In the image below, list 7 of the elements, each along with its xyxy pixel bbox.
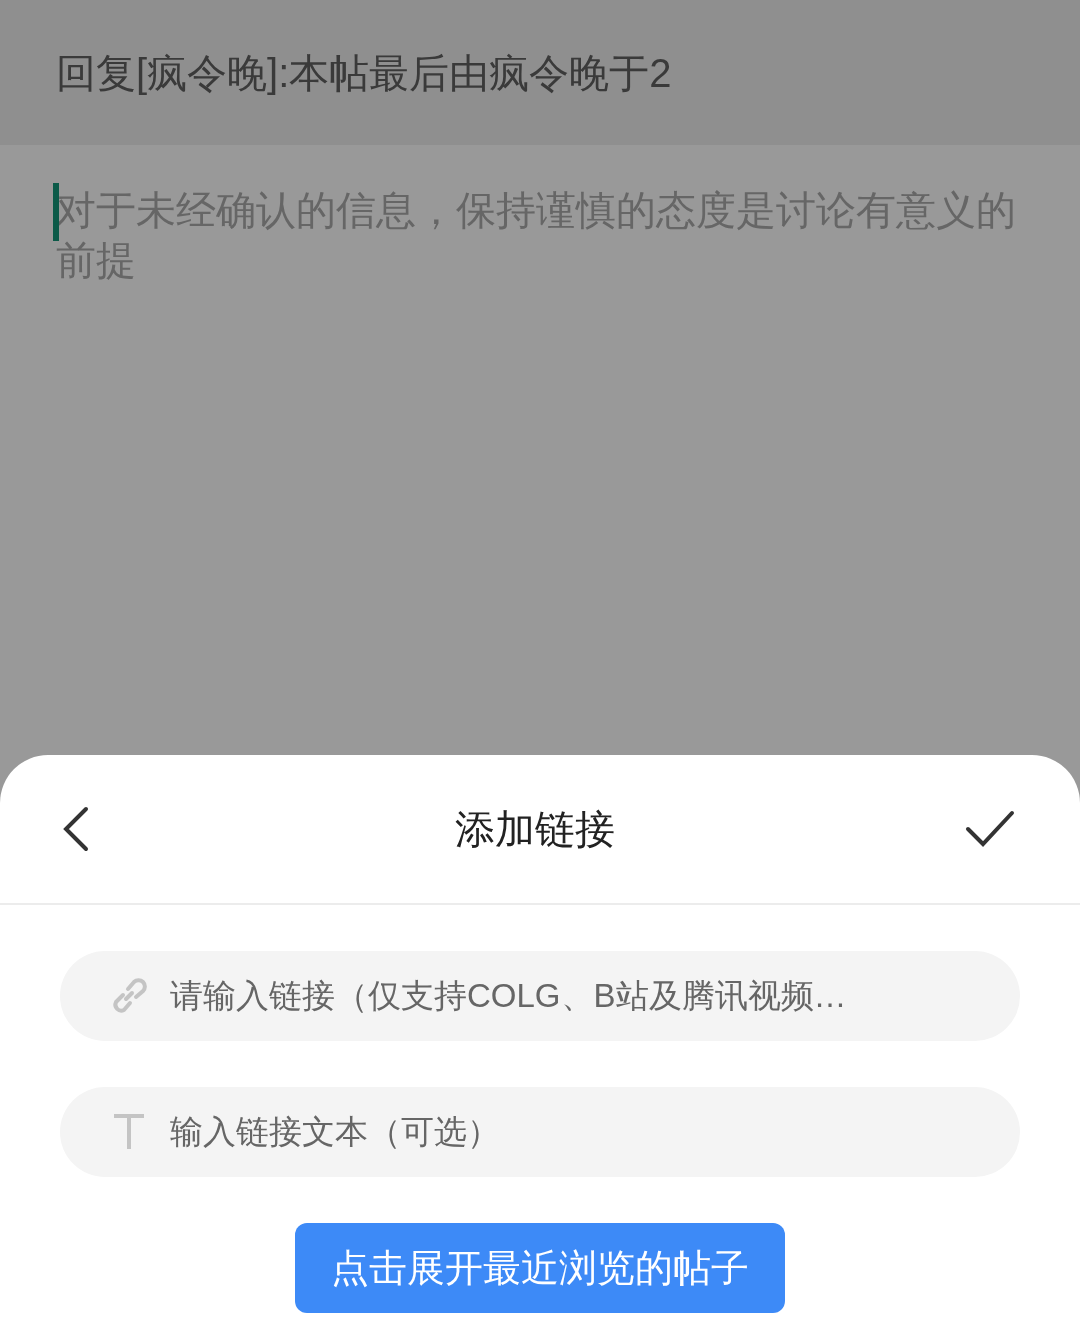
link-text-field[interactable]: 输入链接文本（可选）	[60, 1087, 1020, 1177]
link-field[interactable]: 请输入链接（仅支持COLG、B站及腾讯视频…	[60, 951, 1020, 1041]
recent-posts-button[interactable]: 点击展开最近浏览的帖子	[295, 1223, 785, 1313]
check-icon	[965, 809, 1015, 849]
post-title: 回复[疯令晚]:本帖最后由疯令晚于2	[56, 49, 672, 97]
text-cursor	[53, 183, 59, 241]
sheet-title: 添加链接	[455, 806, 615, 853]
